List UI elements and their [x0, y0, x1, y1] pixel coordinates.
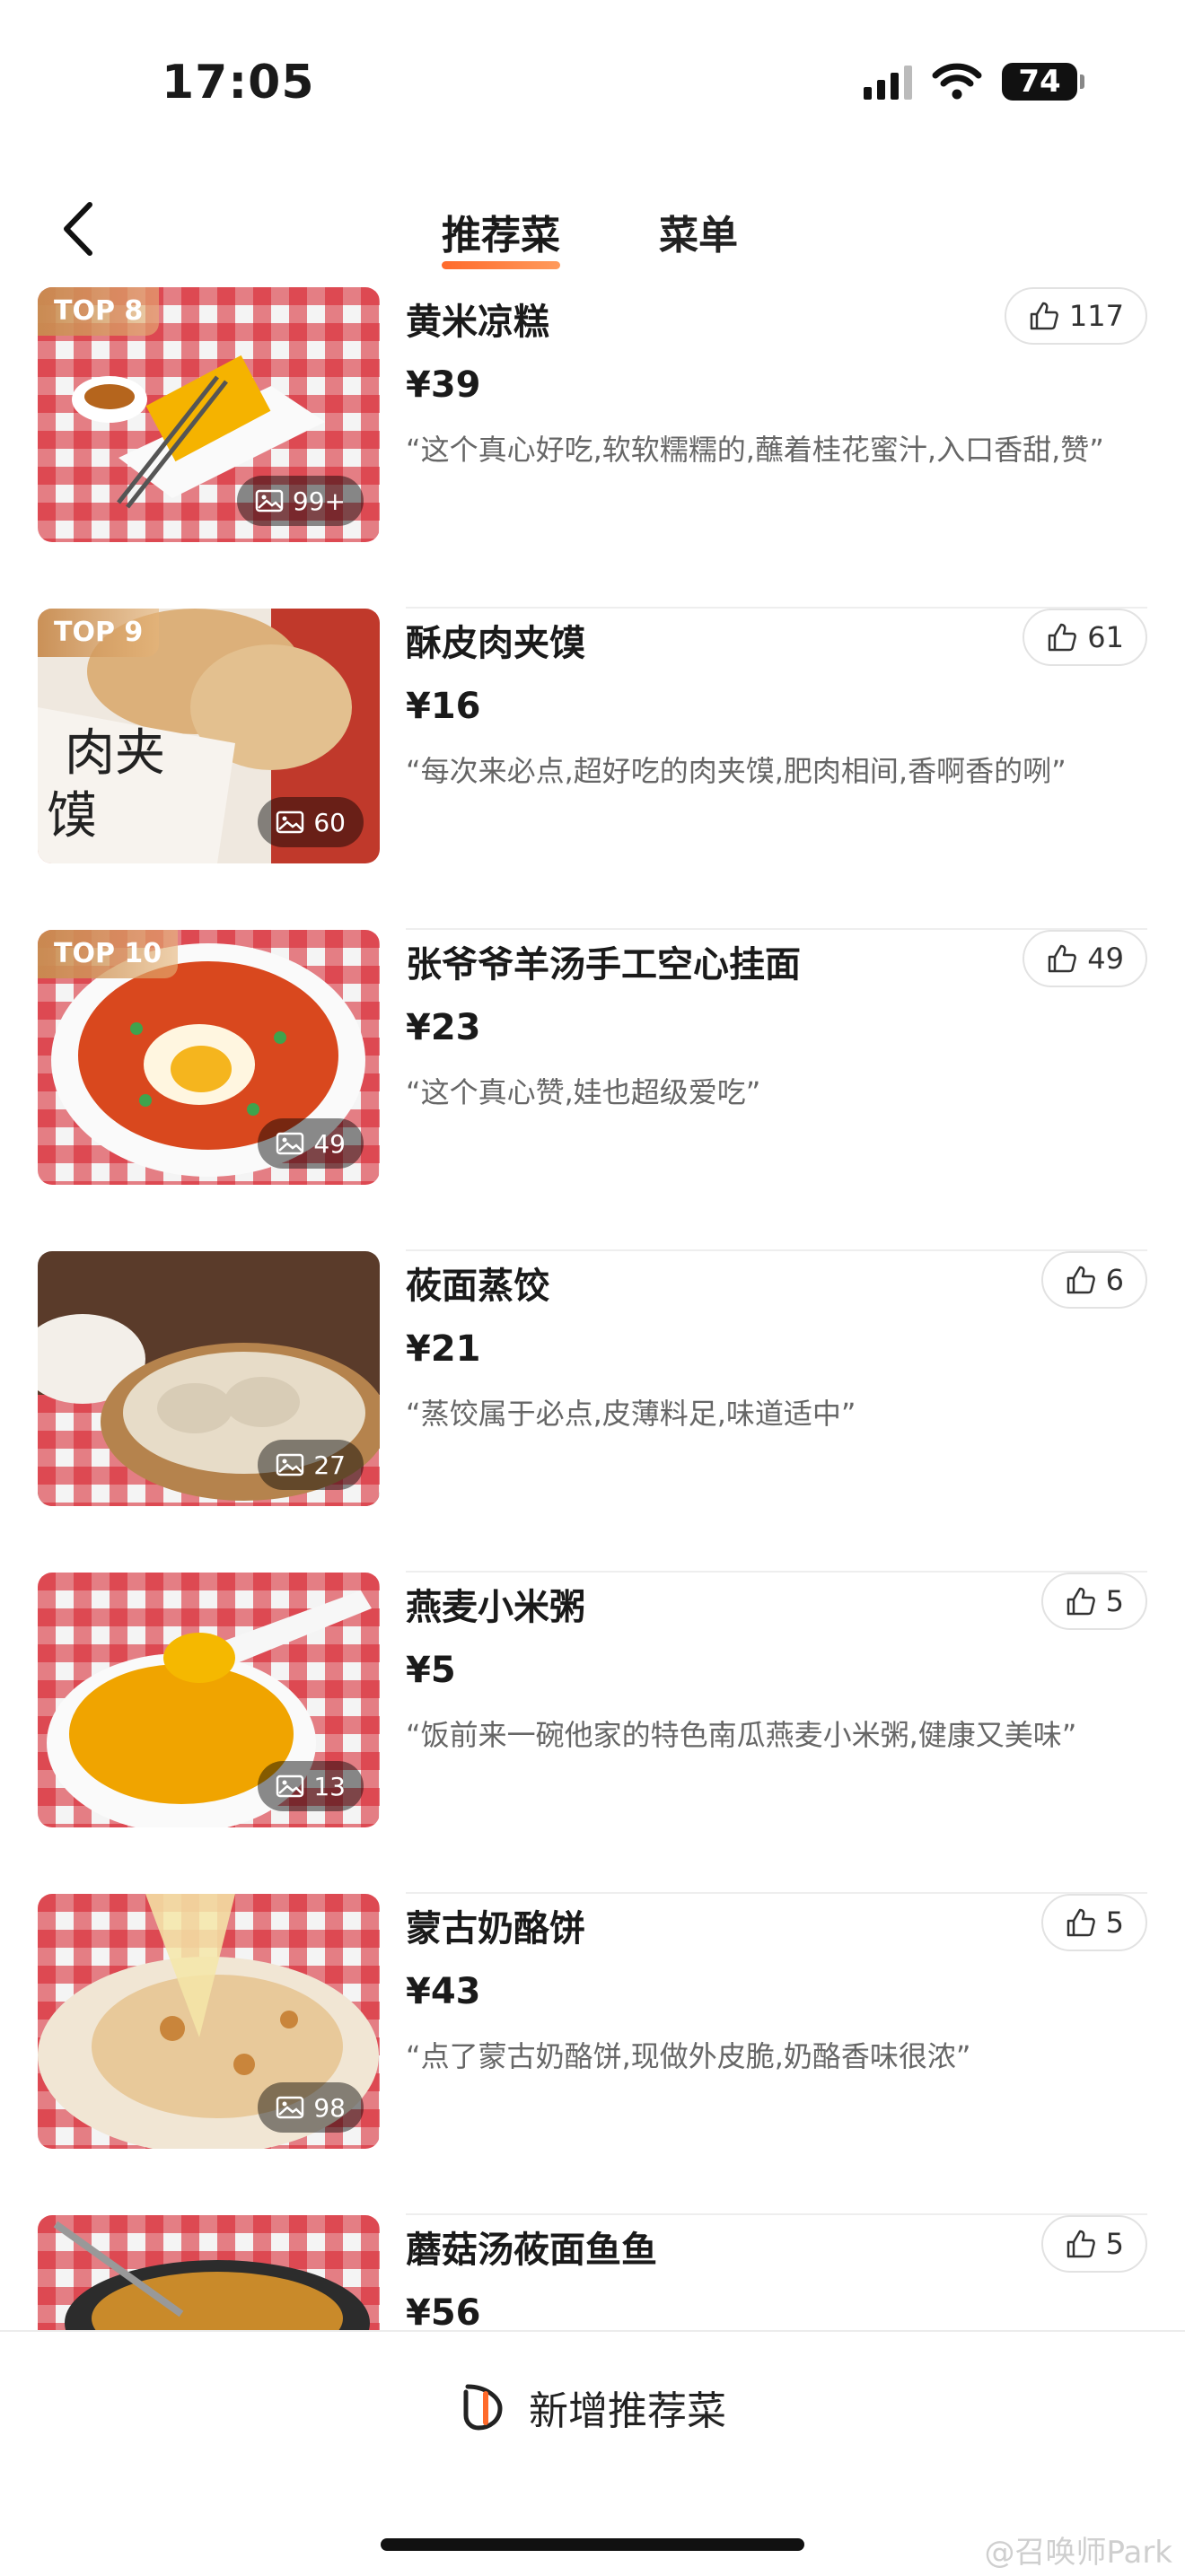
back-arrow-icon[interactable] [54, 197, 108, 260]
like-button[interactable]: 5 [1040, 2215, 1147, 2273]
photo-count: 98 [313, 2092, 346, 2123]
bottom-bar: 新增推荐菜 @召唤师Park [0, 2330, 1185, 2576]
photo-count: 49 [313, 1128, 346, 1159]
thumbs-up-icon [1049, 623, 1077, 652]
thumbs-up-icon [1049, 944, 1077, 973]
dish-price: ¥23 [406, 1007, 481, 1048]
thumbs-up-icon [1066, 2230, 1095, 2258]
dish-price: ¥43 [406, 1971, 481, 2012]
like-count: 49 [1087, 942, 1124, 976]
thumbs-up-icon [1066, 1587, 1095, 1616]
photo-count-badge: 27 [258, 1440, 364, 1490]
status-bar: 17:05 74 [0, 0, 1185, 153]
dish-photo[interactable]: 27 [38, 1251, 380, 1506]
status-time: 17:05 [162, 56, 315, 110]
cellular-signal-icon [864, 64, 912, 100]
add-dish-icon [463, 2384, 503, 2431]
thumbs-up-icon [1066, 1266, 1095, 1294]
photo-count: 99+ [292, 486, 346, 516]
dish-price: ¥56 [406, 2292, 481, 2334]
battery-indicator: 74 [1002, 63, 1084, 101]
home-indicator[interactable] [381, 2538, 804, 2551]
add-recommended-dish-label: 新增推荐菜 [529, 2388, 726, 2434]
photo-count-badge: 99+ [236, 476, 364, 526]
tab-recommended[interactable]: 推荐菜 [442, 203, 560, 269]
dish-list: TOP 8 99+ 黄米凉糕 ¥39 “这个真心好吃,软软糯糯的,蘸着桂花蜜汁,… [0, 287, 1185, 2537]
like-button[interactable]: 49 [1023, 930, 1147, 987]
image-icon [276, 1774, 304, 1798]
like-count: 5 [1105, 1906, 1124, 1940]
top-rank-badge: TOP 9 [38, 609, 160, 657]
dish-name: 莜面蒸饺 [406, 1266, 549, 1307]
list-item[interactable]: 肉夹 馍 TOP 9 60 酥皮肉夹馍 ¥16 “每次来必点,超好吃的肉夹馍,肥… [0, 609, 1185, 930]
photo-count-badge: 60 [258, 797, 364, 847]
top-rank-badge: TOP 10 [38, 930, 179, 978]
dish-name: 酥皮肉夹馍 [406, 623, 585, 664]
nav-bar: 推荐菜 菜单 [0, 171, 1185, 278]
tab-recommended-label: 推荐菜 [442, 213, 560, 258]
dish-review: “每次来必点,超好吃的肉夹馍,肥肉相间,香啊香的咧” [406, 754, 1066, 788]
like-button[interactable]: 6 [1040, 1251, 1147, 1309]
image-icon [276, 2096, 304, 2119]
dish-price: ¥5 [406, 1650, 456, 1691]
dish-photo[interactable]: 肉夹 馍 TOP 9 60 [38, 609, 380, 863]
like-button[interactable]: 117 [1004, 287, 1147, 345]
dish-review: “点了蒙古奶酪饼,现做外皮脆,奶酪香味很浓” [406, 2039, 971, 2073]
image-icon [255, 489, 284, 513]
dish-price: ¥39 [406, 364, 481, 406]
like-button[interactable]: 61 [1023, 609, 1147, 666]
like-count: 117 [1068, 299, 1124, 333]
thumbs-up-icon [1030, 302, 1058, 330]
image-icon [276, 1453, 304, 1476]
dish-price: ¥21 [406, 1328, 481, 1370]
svg-text:馍: 馍 [47, 787, 97, 846]
dish-review: “这个真心赞,娃也超级爱吃” [406, 1075, 761, 1109]
dish-name: 张爷爷羊汤手工空心挂面 [406, 944, 801, 986]
dish-photo[interactable]: 13 [38, 1573, 380, 1827]
top-rank-badge: TOP 8 [38, 287, 160, 336]
photo-count-badge: 49 [258, 1118, 364, 1169]
dish-photo[interactable]: TOP 10 49 [38, 930, 380, 1185]
like-count: 5 [1105, 1584, 1124, 1618]
watermark: @召唤师Park [984, 2535, 1172, 2571]
photo-count-badge: 13 [258, 1761, 364, 1811]
list-item[interactable]: TOP 10 49 张爷爷羊汤手工空心挂面 ¥23 “这个真心赞,娃也超级爱吃”… [0, 930, 1185, 1251]
svg-text:肉夹: 肉夹 [65, 724, 165, 783]
like-count: 6 [1105, 1263, 1124, 1297]
list-item[interactable]: 13 燕麦小米粥 ¥5 “饭前来一碗他家的特色南瓜燕麦小米粥,健康又美味” 5 [0, 1573, 1185, 1894]
image-icon [276, 810, 304, 834]
dish-review: “饭前来一碗他家的特色南瓜燕麦小米粥,健康又美味” [406, 1718, 1077, 1752]
like-button[interactable]: 5 [1040, 1894, 1147, 1951]
list-item[interactable]: 27 莜面蒸饺 ¥21 “蒸饺属于必点,皮薄料足,味道适中” 6 [0, 1251, 1185, 1573]
dish-name: 蒙古奶酪饼 [406, 1908, 585, 1950]
photo-count: 13 [313, 1771, 346, 1801]
thumbs-up-icon [1066, 1908, 1095, 1937]
photo-count: 60 [313, 807, 346, 837]
dish-name: 燕麦小米粥 [406, 1587, 585, 1628]
wifi-icon [932, 63, 982, 100]
dish-name: 黄米凉糕 [406, 302, 549, 343]
add-recommended-dish-button[interactable]: 新增推荐菜 [0, 2379, 1185, 2436]
list-item[interactable]: TOP 8 99+ 黄米凉糕 ¥39 “这个真心好吃,软软糯糯的,蘸着桂花蜜汁,… [0, 287, 1185, 609]
like-count: 61 [1087, 620, 1124, 654]
dish-review: “这个真心好吃,软软糯糯的,蘸着桂花蜜汁,入口香甜,赞” [406, 433, 1104, 467]
list-item[interactable]: 98 蒙古奶酪饼 ¥43 “点了蒙古奶酪饼,现做外皮脆,奶酪香味很浓” 5 [0, 1894, 1185, 2215]
dish-photo[interactable]: TOP 8 99+ [38, 287, 380, 542]
active-tab-underline [442, 261, 560, 269]
photo-count-badge: 98 [258, 2082, 364, 2133]
like-count: 5 [1105, 2227, 1124, 2261]
dish-name: 蘑菇汤莜面鱼鱼 [406, 2230, 657, 2271]
dish-review: “蒸饺属于必点,皮薄料足,味道适中” [406, 1397, 856, 1431]
image-icon [276, 1132, 304, 1155]
like-button[interactable]: 5 [1040, 1573, 1147, 1630]
dish-photo[interactable]: 98 [38, 1894, 380, 2149]
status-icons: 74 [864, 63, 1084, 101]
tab-menu[interactable]: 菜单 [659, 203, 738, 260]
dish-price: ¥16 [406, 686, 481, 727]
photo-count: 27 [313, 1450, 346, 1480]
